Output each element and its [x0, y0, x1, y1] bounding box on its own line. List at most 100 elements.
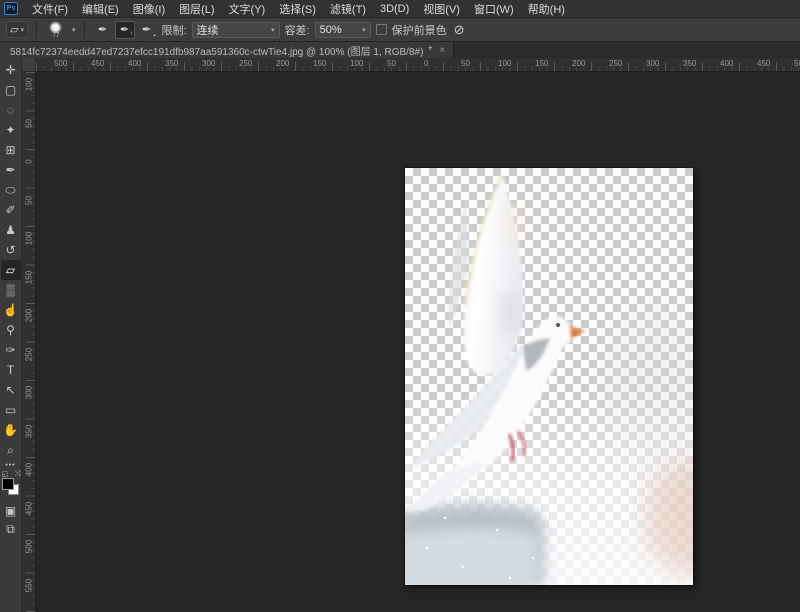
ruler-tick-label: 450	[25, 501, 34, 515]
eyedropper-tool[interactable]: ✒	[1, 160, 21, 180]
sampling-once-button[interactable]: ✒¹	[115, 21, 135, 39]
eyedropper-icon: ✒	[98, 23, 107, 36]
menu-item-window[interactable]: 窗口(W)	[467, 0, 521, 18]
document-tab[interactable]: 5814fc72374eedd47ed7237efcc191dfb987aa59…	[0, 42, 454, 58]
lasso-tool[interactable]: ◌	[1, 100, 21, 120]
ruler-tick-label: 50	[25, 116, 34, 130]
ruler-tick-label: 250	[239, 59, 252, 68]
menu-item-image[interactable]: 图像(I)	[126, 0, 172, 18]
sampling-continuous-button[interactable]: ✒	[93, 21, 113, 39]
rectangular-marquee-tool[interactable]: ▢	[1, 80, 21, 100]
default-colors-icon[interactable]: ◱	[2, 470, 9, 478]
ruler-tick-label: 50	[25, 193, 34, 207]
edit-toolbar-button[interactable]: •••	[1, 462, 21, 469]
zoom-tool[interactable]: ⌕	[1, 440, 21, 460]
ruler-tick-label: 200	[25, 309, 34, 323]
ruler-tick-label: 450	[91, 59, 104, 68]
ruler-origin-box[interactable]	[22, 58, 36, 72]
tolerance-label: 容差:	[285, 22, 310, 38]
zoom-icon: ⌕	[7, 444, 14, 456]
menu-item-3d[interactable]: 3D(D)	[373, 0, 416, 18]
ruler-tick-label: 250	[25, 347, 34, 361]
chevron-down-icon[interactable]: ▾	[72, 26, 76, 34]
smudge-icon: ☝	[3, 304, 18, 316]
eyedropper-icon: ✒	[120, 23, 129, 36]
menu-item-view[interactable]: 视图(V)	[416, 0, 467, 18]
brush-tool[interactable]: ✐	[1, 200, 21, 220]
brush-preset-picker[interactable]: 77	[45, 21, 67, 39]
ruler-tick-label: 500	[25, 540, 34, 554]
pen-pressure-icon[interactable]: ⊘	[454, 22, 465, 38]
ruler-tick-label: 0	[424, 59, 428, 68]
ruler-tick-label: 450	[757, 59, 770, 68]
menu-item-filter[interactable]: 滤镜(T)	[323, 0, 373, 18]
modified-indicator: *	[428, 45, 432, 56]
quick-selection-tool[interactable]: ✦	[1, 120, 21, 140]
dove-image	[405, 168, 693, 585]
screen-mode-button[interactable]: ⧉	[1, 522, 21, 537]
sampling-mark: ▪	[153, 33, 155, 39]
menu-item-type[interactable]: 文字(Y)	[222, 0, 273, 18]
hand-tool[interactable]: ✋	[1, 420, 21, 440]
gradient-tool[interactable]: ▒	[1, 280, 21, 300]
menu-item-edit[interactable]: 编辑(E)	[75, 0, 126, 18]
ruler-tick-label: 400	[128, 59, 141, 68]
tolerance-value: 50%	[320, 24, 342, 36]
ruler-tick-label: 350	[165, 59, 178, 68]
ruler-tick-label: 200	[276, 59, 289, 68]
rectangle-tool[interactable]: ▭	[1, 400, 21, 420]
eyedropper-icon: ✒	[5, 164, 15, 176]
app-logo-icon[interactable]: Ps	[4, 2, 18, 15]
close-icon[interactable]: ×	[437, 45, 445, 56]
chevron-down-icon: ▾	[271, 26, 275, 34]
type-icon: T	[7, 364, 14, 376]
dodge-tool[interactable]: ⚲	[1, 320, 21, 340]
vertical-ruler[interactable]: 10050050100150200250300350400450500550	[22, 72, 36, 612]
swap-colors-icon[interactable]: ⤨	[14, 469, 20, 479]
move-icon: ✛	[5, 64, 15, 76]
menu-item-file[interactable]: 文件(F)	[25, 0, 75, 18]
path-selection-tool[interactable]: ↖	[1, 380, 21, 400]
sampling-background-swatch-button[interactable]: ✒▪	[137, 21, 157, 39]
history-brush-tool[interactable]: ↺	[1, 240, 21, 260]
protect-foreground-checkbox[interactable]	[376, 24, 387, 35]
spot-healing-brush-tool[interactable]: ⬭	[1, 180, 21, 200]
brush-icon: ✐	[5, 204, 15, 216]
foreground-color-swatch[interactable]	[2, 478, 14, 490]
pen-icon: ✑	[5, 344, 15, 356]
type-tool[interactable]: T	[1, 360, 21, 380]
horizontal-ruler[interactable]: 5004504003503002502001501005005010015020…	[36, 58, 800, 72]
crop-icon: ⊞	[5, 144, 15, 156]
crop-tool[interactable]: ⊞	[1, 140, 21, 160]
ruler-tick-label: 300	[202, 59, 215, 68]
ruler-tick-label: 300	[646, 59, 659, 68]
chevron-down-icon: ▾	[362, 26, 366, 34]
move-tool[interactable]: ✛	[1, 60, 21, 80]
spot-healing-brush-icon: ⬭	[5, 184, 15, 196]
background-eraser-icon: ▱	[10, 23, 18, 36]
limits-label: 限制:	[162, 22, 187, 38]
pasteboard	[36, 72, 800, 612]
tool-options-bar: ▱ ▾ 77 ▾ ✒✒¹✒▪ 限制: 连续 ▾ 容差: 50% ▾ 保护前景色 …	[0, 18, 800, 42]
menu-item-select[interactable]: 选择(S)	[272, 0, 323, 18]
separator	[36, 21, 37, 39]
document-tab-bar: 5814fc72374eedd47ed7237efcc191dfb987aa59…	[0, 42, 800, 58]
sampling-mark: ¹	[131, 32, 133, 38]
document-canvas[interactable]	[405, 168, 693, 585]
pen-tool[interactable]: ✑	[1, 340, 21, 360]
ruler-tick-label: 100	[498, 59, 511, 68]
menu-item-help[interactable]: 帮助(H)	[521, 0, 572, 18]
menu-item-layer[interactable]: 图层(L)	[172, 0, 221, 18]
tool-preset-picker[interactable]: ▱ ▾	[6, 21, 28, 38]
quick-mask-button[interactable]: ▣	[1, 504, 21, 518]
clone-stamp-tool[interactable]: ♟	[1, 220, 21, 240]
hand-icon: ✋	[3, 424, 18, 436]
document-title: 5814fc72374eedd47ed7237efcc191dfb987aa59…	[10, 43, 423, 58]
tolerance-dropdown[interactable]: 50% ▾	[315, 22, 371, 38]
gradient-icon: ▒	[6, 284, 15, 296]
smudge-tool[interactable]: ☝	[1, 300, 21, 320]
clone-stamp-icon: ♟	[5, 224, 16, 236]
history-brush-icon: ↺	[5, 244, 15, 256]
limits-dropdown[interactable]: 连续 ▾	[192, 22, 280, 38]
background-eraser-tool[interactable]: ▱	[1, 260, 21, 280]
